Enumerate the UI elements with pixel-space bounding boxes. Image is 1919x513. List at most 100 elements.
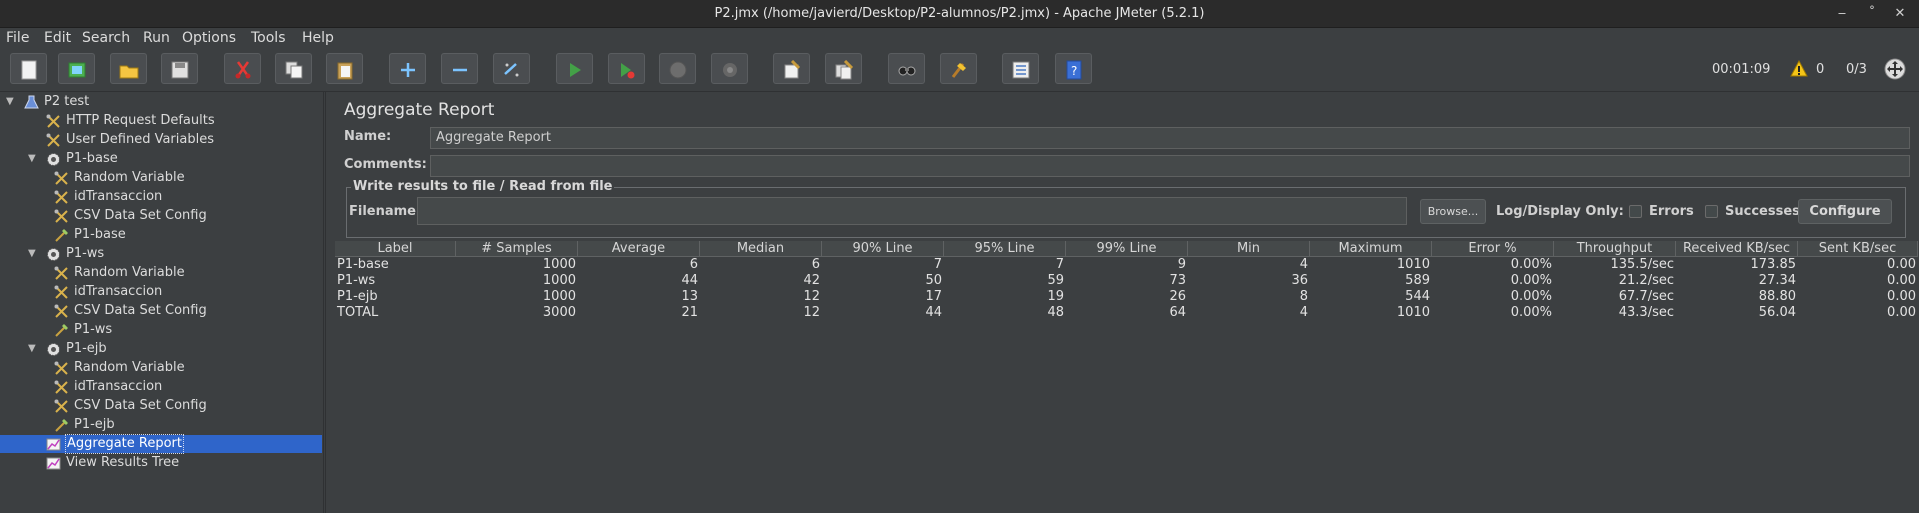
table-row[interactable]: P1-ejb 1000 13 12 17 19 26 8 544 0.00% 67.7/sec 88.… [335,289,1918,305]
remote-engines-icon[interactable] [1883,57,1907,81]
templates-button[interactable] [58,53,95,84]
table-cell: 6 [811,257,820,272]
close-button[interactable]: ✕ [1890,4,1910,24]
start-no-pauses-button[interactable] [608,53,645,84]
stop-icon [669,61,687,79]
paste-button[interactable] [326,53,363,84]
collapse-icon [453,68,467,72]
tree-node-label: CSV Data Set Config [74,208,207,223]
column-header[interactable]: Received KB/sec [1676,241,1798,257]
column-header[interactable]: Maximum [1310,241,1432,257]
tree-node-label: CSV Data Set Config [74,398,207,413]
expand-toggle-icon[interactable]: ▼ [28,245,40,263]
thread-group-icon [47,153,60,166]
function-helper-icon [1012,61,1030,79]
copy-icon [285,61,303,79]
table-cell: 67.7/sec [1618,289,1674,304]
browse-button[interactable]: Browse... [1420,199,1486,224]
http-sampler-icon [55,419,68,432]
table-row[interactable]: P1-ws 1000 44 42 50 59 73 36 589 0.00% 21.2/sec 27.… [335,273,1918,289]
menu-run[interactable]: Run [143,28,170,48]
column-header[interactable]: 95% Line [944,241,1066,257]
column-header[interactable]: Average [578,241,700,257]
minimize-button[interactable]: ‒ [1832,4,1852,24]
table-row[interactable]: TOTAL 3000 21 12 44 48 64 4 1010 0.00% 43.3/sec 56.… [335,305,1918,321]
collapse-all-button[interactable] [441,53,478,84]
reset-search-icon [951,63,966,78]
configure-button[interactable]: Configure [1798,199,1892,224]
column-header[interactable]: 99% Line [1066,241,1188,257]
table-cell: 0.00 [1887,273,1916,288]
table-cell: 44 [925,305,942,320]
search-button[interactable] [888,53,925,84]
tree-node-label: View Results Tree [66,455,180,470]
table-cell: 0.00 [1887,289,1916,304]
config-element-icon [54,209,68,223]
help-button[interactable]: ? [1055,53,1092,84]
column-header[interactable]: Error % [1432,241,1554,257]
tree-node-label: HTTP Request Defaults [66,113,215,128]
menu-edit[interactable]: Edit [44,28,71,48]
splitter[interactable] [325,92,333,513]
warning-icon[interactable] [1790,60,1808,78]
start-button[interactable] [556,53,593,84]
table-cell: 3000 [542,305,576,320]
save-button[interactable] [161,53,198,84]
menu-search[interactable]: Search [82,28,130,48]
start-no-pauses-icon [621,63,635,79]
function-helper-button[interactable] [1002,53,1039,84]
column-header[interactable]: Median [700,241,822,257]
expand-toggle-icon[interactable]: ▼ [28,340,40,358]
menu-tools[interactable]: Tools [251,28,286,48]
column-header[interactable]: Throughput [1554,241,1676,257]
column-header[interactable]: Min [1188,241,1310,257]
title-bar: P2.jmx (/home/javierd/Desktop/P2-alumnos… [0,0,1919,28]
expand-toggle-icon[interactable]: ▼ [28,150,40,168]
copy-button[interactable] [275,53,312,84]
menu-options[interactable]: Options [182,28,236,48]
table-cell: 1000 [542,273,576,288]
table-cell: 0.00 [1887,305,1916,320]
toggle-button[interactable] [493,53,530,84]
open-button[interactable] [110,53,147,84]
column-header[interactable]: 90% Line [822,241,944,257]
successes-checkbox[interactable] [1705,205,1718,218]
table-cell: 0.00% [1510,305,1552,320]
column-header[interactable]: # Samples [456,241,578,257]
table-row[interactable]: P1-base 1000 6 6 7 7 9 4 1010 0.00% 135.5/sec 173.8… [335,257,1918,273]
name-field[interactable]: Aggregate Report [430,127,1910,149]
window-title: P2.jmx (/home/javierd/Desktop/P2-alumnos… [714,6,1205,21]
column-header[interactable]: Sent KB/sec [1798,241,1918,257]
filename-field[interactable] [417,197,1407,225]
clear-all-button[interactable] [825,53,862,84]
expand-all-button[interactable] [389,53,426,84]
templates-icon [68,62,86,78]
table-cell: 173.85 [1750,257,1797,272]
reset-search-button[interactable] [940,53,977,84]
comments-field[interactable] [430,155,1910,177]
table-cell: 1010 [1396,257,1430,272]
errors-checkbox[interactable] [1629,205,1642,218]
menu-help[interactable]: Help [302,28,334,48]
column-header[interactable]: Label [335,241,456,257]
start-icon [570,63,581,77]
table-cell: 7 [1055,257,1064,272]
clear-button[interactable] [773,53,810,84]
row-label-cell: P1-base [337,257,389,272]
tree-node-label: P1-ws [74,322,113,337]
restore-button[interactable]: ˚ [1862,4,1882,24]
expand-toggle-icon[interactable]: ▼ [6,93,18,111]
row-label-cell: TOTAL [337,305,379,320]
table-cell: 17 [925,289,942,304]
stop-button[interactable] [659,53,696,84]
menu-file[interactable]: File [6,28,29,48]
table-cell: 27.34 [1758,273,1796,288]
row-label-cell: P1-ws [337,273,376,288]
tree-node-label: P2 test [44,94,90,109]
fieldset-legend: Write results to file / Read from file [351,179,615,194]
cut-button[interactable] [224,53,261,84]
new-button[interactable] [10,53,47,84]
filename-label: Filename [349,204,416,219]
table-cell: 88.80 [1758,289,1796,304]
shutdown-button[interactable] [711,53,748,84]
